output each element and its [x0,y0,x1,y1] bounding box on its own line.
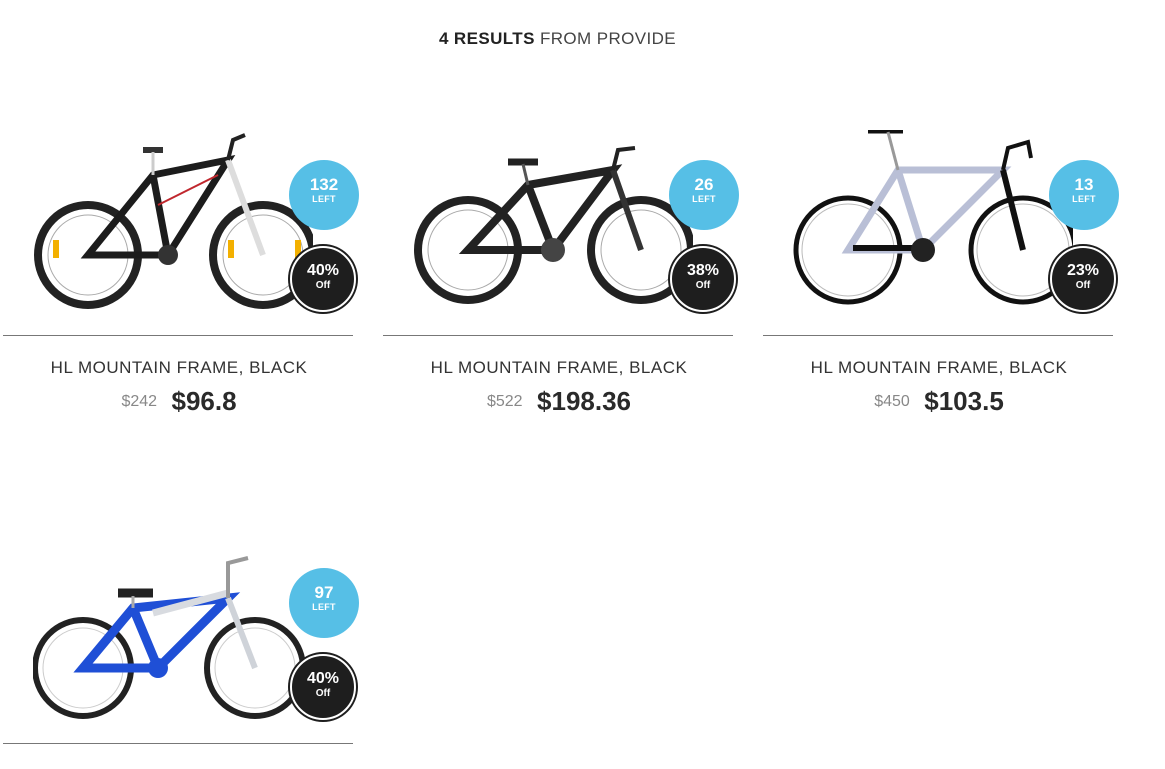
product-title[interactable]: HL MOUNTAIN FRAME, BLACK [3,358,355,378]
discount-label: Off [315,688,331,699]
product-image[interactable] [793,130,1073,320]
discount-label: Off [315,280,331,291]
original-price: $450 [874,392,910,410]
stock-left-badge: 26 LEFT [669,160,739,230]
results-count: 4 RESULTS [438,29,535,48]
stock-left-count: 132 [309,175,339,194]
card-divider [763,335,1113,336]
stock-left-count: 97 [314,583,334,602]
discount-badge: 40% Off [290,654,356,720]
stock-left-badge: 13 LEFT [1049,160,1119,230]
discount-label: Off [695,280,711,291]
stock-left-label: LEFT [1072,194,1096,204]
results-heading: 4 RESULTS FROM PROVIDE [0,29,1115,49]
stock-left-count: 26 [694,175,714,194]
product-image-area[interactable]: 13 LEFT 23% Off [763,100,1119,330]
product-title[interactable]: HL MOUNTAIN FRAME, BLACK [383,358,735,378]
card-divider [3,743,353,744]
product-image-area[interactable]: 132 LEFT 40% Off [3,100,359,330]
sale-price: $198.36 [537,386,632,416]
sale-price: $96.8 [171,386,237,416]
product-image-area[interactable]: 26 LEFT 38% Off [383,100,739,330]
product-image[interactable] [413,130,693,320]
product-image-area[interactable]: 97 LEFT 40% Off [3,508,359,738]
original-price: $522 [486,392,523,410]
stock-left-badge: 97 LEFT [289,568,359,638]
discount-percent: 40% [306,670,340,687]
original-price: $242 [121,392,158,410]
stock-left-count: 13 [1074,175,1094,194]
card-divider [3,335,353,336]
product-title[interactable]: HL MOUNTAIN FRAME, BLACK [763,358,1115,378]
discount-percent: 40% [306,262,340,279]
discount-badge: 38% Off [670,246,736,312]
card-divider [383,335,733,336]
stock-left-badge: 132 LEFT [289,160,359,230]
sale-price: $103.5 [924,386,1004,416]
product-card[interactable]: 13 LEFT 23% Off HL MOUNTAIN FRAME, BLACK… [763,100,1119,416]
discount-percent: 23% [1066,262,1100,279]
stock-left-label: LEFT [692,194,716,204]
product-prices: $242 $96.8 [3,386,355,417]
results-source: FROM PROVIDE [539,29,677,48]
product-image[interactable] [33,130,313,320]
discount-badge: 40% Off [290,246,356,312]
stock-left-label: LEFT [312,194,336,204]
discount-percent: 38% [686,262,720,279]
stock-left-label: LEFT [312,602,336,612]
product-prices: $522 $198.36 [383,386,735,417]
product-image[interactable] [33,538,313,728]
product-card[interactable]: 97 LEFT 40% Off [3,508,359,744]
discount-badge: 23% Off [1050,246,1116,312]
product-prices: $450 $103.5 [763,386,1115,417]
product-card[interactable]: 26 LEFT 38% Off HL MOUNTAIN FRAME, BLACK… [383,100,739,416]
product-card[interactable]: 132 LEFT 40% Off HL MOUNTAIN FRAME, BLAC… [3,100,359,416]
discount-label: Off [1075,280,1091,291]
